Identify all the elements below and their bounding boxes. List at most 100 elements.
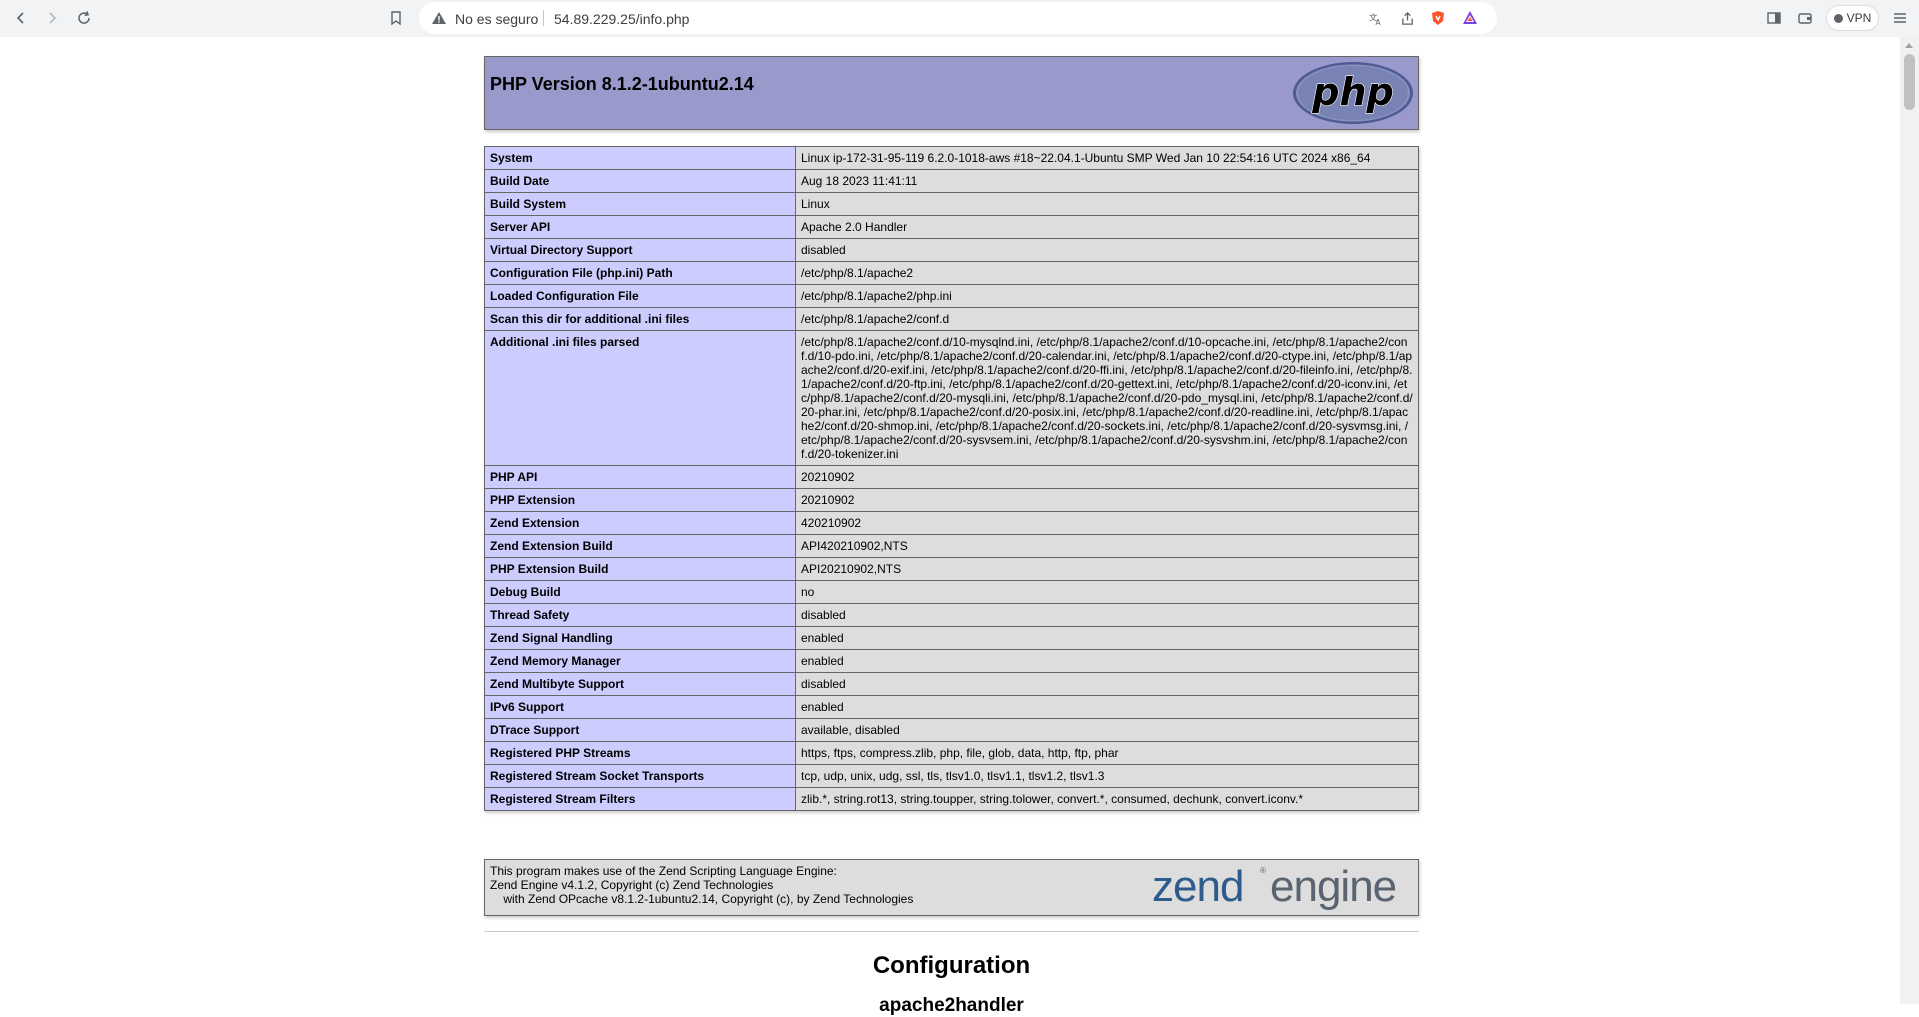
setting-value: zlib.*, string.rot13, string.toupper, st… <box>795 787 1419 811</box>
table-row: Thread Safety disabled <box>484 603 1419 627</box>
setting-name: Virtual Directory Support <box>484 238 796 262</box>
php-logo[interactable]: php <box>1292 61 1414 125</box>
setting-value: API420210902,NTS <box>795 534 1419 558</box>
table-row: Build Date Aug 18 2023 11:41:11 <box>484 169 1419 193</box>
zend-logo-word: zend <box>1152 862 1244 911</box>
setting-value: 420210902 <box>795 511 1419 535</box>
setting-name: Build System <box>484 192 796 216</box>
setting-value: enabled <box>795 626 1419 650</box>
warning-icon[interactable] <box>431 10 447 26</box>
back-icon[interactable] <box>9 6 33 30</box>
omnibox-divider <box>543 10 544 26</box>
vpn-button[interactable]: VPN <box>1826 5 1879 31</box>
setting-name: Additional .ini files parsed <box>484 330 796 466</box>
bookmark-icon[interactable] <box>384 6 408 30</box>
vpn-label: VPN <box>1846 11 1872 25</box>
php-logo-text: php <box>1311 70 1393 114</box>
setting-value: /etc/php/8.1/apache2 <box>795 261 1419 285</box>
setting-name: DTrace Support <box>484 718 796 742</box>
setting-name: Scan this dir for additional .ini files <box>484 307 796 331</box>
zend-credits: This program makes use of the Zend Scrip… <box>490 864 913 906</box>
table-row: Zend Extension 420210902 <box>484 511 1419 535</box>
registered-mark-icon: ® <box>1260 866 1266 875</box>
setting-name: PHP API <box>484 465 796 489</box>
setting-name: PHP Extension Build <box>484 557 796 581</box>
setting-value: enabled <box>795 649 1419 673</box>
translate-icon[interactable]: 文A <box>1365 8 1385 28</box>
zend-engine-logo[interactable]: zend ® engine <box>1152 864 1412 912</box>
table-row: Zend Signal Handling enabled <box>484 626 1419 650</box>
table-row: IPv6 Support enabled <box>484 695 1419 719</box>
setting-value: /etc/php/8.1/apache2/php.ini <box>795 284 1419 308</box>
setting-name: Server API <box>484 215 796 239</box>
vpn-status-icon <box>1833 13 1843 23</box>
url-text[interactable]: 54.89.229.25/info.php <box>554 11 689 27</box>
reload-icon[interactable] <box>72 6 96 30</box>
setting-name: System <box>484 146 796 170</box>
table-row: Loaded Configuration File/etc/php/8.1/ap… <box>484 284 1419 308</box>
sidebar-icon[interactable] <box>1762 6 1786 30</box>
table-row: Zend Memory Manager enabled <box>484 649 1419 673</box>
setting-name: Registered PHP Streams <box>484 741 796 765</box>
setting-name: Loaded Configuration File <box>484 284 796 308</box>
scroll-up-arrow-icon[interactable] <box>1905 43 1913 48</box>
setting-name: Configuration File (php.ini) Path <box>484 261 796 285</box>
setting-value: tcp, udp, unix, udg, ssl, tls, tlsv1.0, … <box>795 764 1419 788</box>
setting-value: disabled <box>795 672 1419 696</box>
setting-name: Registered Stream Socket Transports <box>484 764 796 788</box>
forward-icon[interactable] <box>40 6 64 30</box>
setting-name: IPv6 Support <box>484 695 796 719</box>
page-scrollbar[interactable] <box>1900 37 1919 1004</box>
setting-name: Zend Signal Handling <box>484 626 796 650</box>
phpinfo-table: System Linux ip-172-31-95-119 6.2.0-1018-… <box>484 146 1419 811</box>
setting-value: enabled <box>795 695 1419 719</box>
table-row: PHP API 20210902 <box>484 465 1419 489</box>
setting-name: Registered Stream Filters <box>484 787 796 811</box>
table-row: Zend Multibyte Support disabled <box>484 672 1419 696</box>
brave-rewards-icon[interactable] <box>1460 8 1480 28</box>
brave-shields-icon[interactable] <box>1428 8 1448 28</box>
table-row: PHP Extension 20210902 <box>484 488 1419 512</box>
php-version-header: PHP Version 8.1.2-1ubuntu2.14 php <box>484 56 1419 130</box>
menu-icon[interactable] <box>1888 6 1912 30</box>
table-row: Registered PHP Streams https, ftps, compr… <box>484 741 1419 765</box>
table-row: System Linux ip-172-31-95-119 6.2.0-1018-… <box>484 146 1419 170</box>
phpinfo-container: PHP Version 8.1.2-1ubuntu2.14 php System… <box>484 56 1419 1016</box>
table-row: Debug Build no <box>484 580 1419 604</box>
setting-value: /etc/php/8.1/apache2/conf.d <box>795 307 1419 331</box>
svg-text:A: A <box>1375 18 1381 26</box>
table-row: Registered Stream Filters zlib.*, string.… <box>484 787 1419 811</box>
setting-value: Linux ip-172-31-95-119 6.2.0-1018-aws #1… <box>795 146 1419 170</box>
table-row: Configuration File (php.ini) Path/etc/ph… <box>484 261 1419 285</box>
page-title: PHP Version 8.1.2-1ubuntu2.14 <box>490 74 754 94</box>
setting-value: API20210902,NTS <box>795 557 1419 581</box>
setting-name: Thread Safety <box>484 603 796 627</box>
setting-name: Build Date <box>484 169 796 193</box>
zend-credits-line: with Zend OPcache v8.1.2-1ubuntu2.14, Co… <box>490 892 914 906</box>
setting-value: disabled <box>795 238 1419 262</box>
address-bar[interactable]: No es seguro 54.89.229.25/info.php 文A <box>419 2 1497 34</box>
zend-engine-box: This program makes use of the Zend Scrip… <box>484 859 1419 916</box>
setting-value: Aug 18 2023 11:41:11 <box>795 169 1419 193</box>
table-row: PHP Extension Build API20210902,NTS <box>484 557 1419 581</box>
browser-toolbar: No es seguro 54.89.229.25/info.php 文A VP… <box>0 0 1919 37</box>
setting-value: disabled <box>795 603 1419 627</box>
setting-value: 20210902 <box>795 488 1419 512</box>
setting-value: Apache 2.0 Handler <box>795 215 1419 239</box>
setting-name: PHP Extension <box>484 488 796 512</box>
setting-name: Zend Memory Manager <box>484 649 796 673</box>
module-heading: apache2handler <box>879 995 1024 1016</box>
configuration-heading: Configuration <box>872 952 1031 979</box>
table-row: Build System Linux <box>484 192 1419 216</box>
share-icon[interactable] <box>1397 8 1417 28</box>
security-status[interactable]: No es seguro <box>455 11 538 27</box>
table-row: DTrace Support available, disabled <box>484 718 1419 742</box>
wallet-icon[interactable] <box>1793 6 1817 30</box>
setting-value: https, ftps, compress.zlib, php, file, g… <box>795 741 1419 765</box>
setting-name: Zend Extension Build <box>484 534 796 558</box>
setting-value: available, disabled <box>795 718 1419 742</box>
section-divider <box>484 931 1419 932</box>
setting-name: Zend Multibyte Support <box>484 672 796 696</box>
scroll-thumb[interactable] <box>1904 54 1915 110</box>
setting-name: Zend Extension <box>484 511 796 535</box>
